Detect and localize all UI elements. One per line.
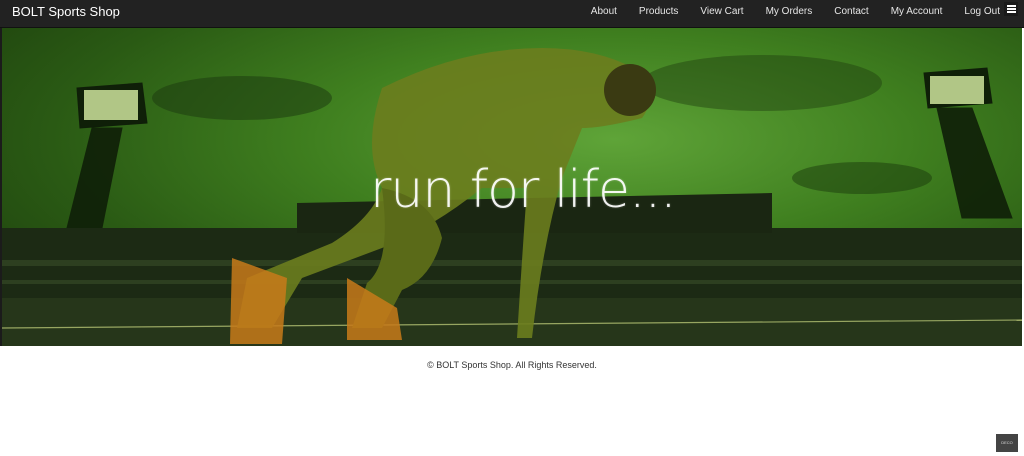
hero-banner: run for life... (2, 28, 1022, 346)
corner-badge: DECO (996, 434, 1018, 452)
footer-copyright: © BOLT Sports Shop. All Rights Reserved. (427, 360, 597, 370)
nav-products[interactable]: Products (627, 6, 688, 18)
nav-my-orders[interactable]: My Orders (754, 6, 823, 18)
hamburger-menu-icon[interactable] (1004, 2, 1018, 16)
nav-my-account[interactable]: My Account (879, 6, 953, 18)
brand-logo[interactable]: BOLT Sports Shop (12, 4, 120, 20)
nav-links: About Products View Cart My Orders Conta… (579, 6, 1010, 18)
navbar: BOLT Sports Shop About Products View Car… (0, 0, 1024, 28)
footer: © BOLT Sports Shop. All Rights Reserved.… (0, 346, 1024, 456)
nav-about[interactable]: About (579, 6, 627, 18)
nav-contact[interactable]: Contact (822, 6, 878, 18)
nav-log-out[interactable]: Log Out (952, 6, 1010, 18)
nav-view-cart[interactable]: View Cart (688, 6, 753, 18)
hero-tagline: run for life... (370, 160, 677, 220)
